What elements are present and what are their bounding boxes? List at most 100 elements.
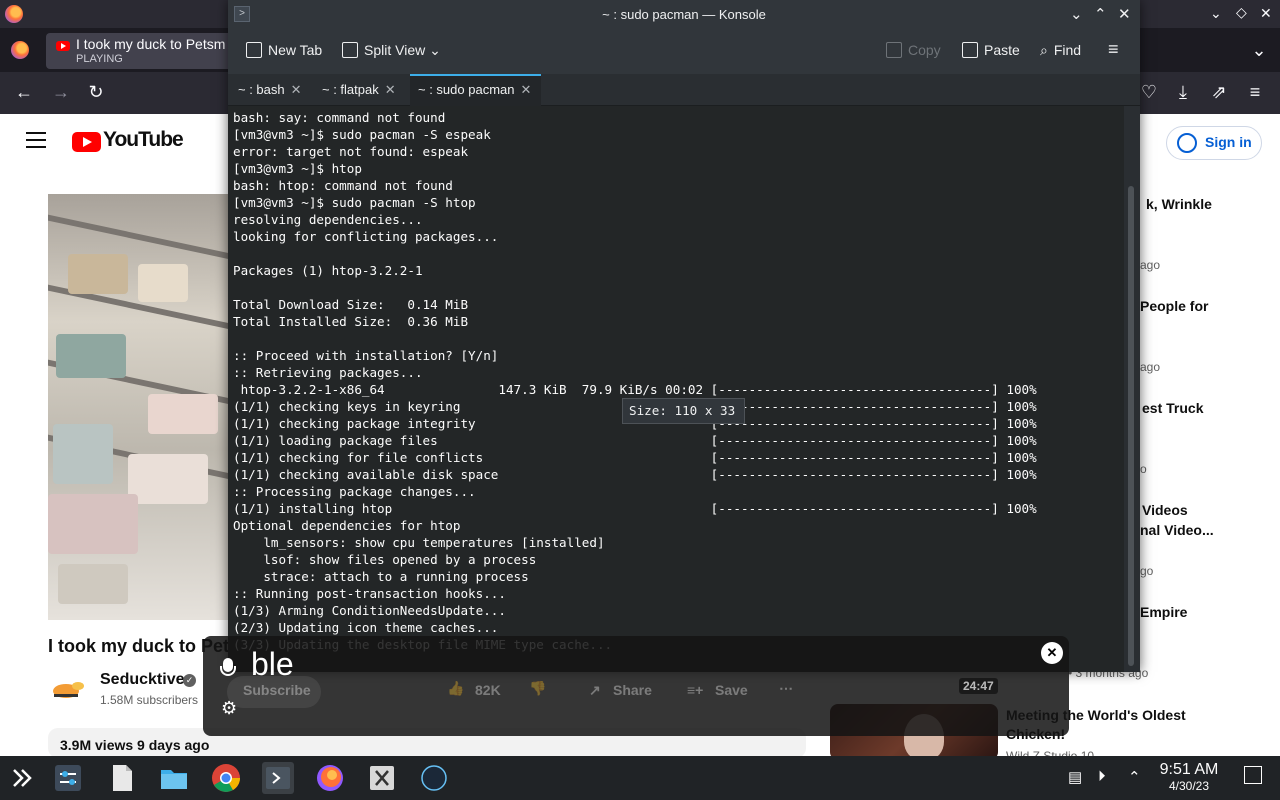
maximize-icon[interactable]: ⌃	[1094, 5, 1107, 23]
tab-sudo-pacman[interactable]: ~ : sudo pacman ✕	[410, 74, 542, 106]
rec-meta-1: ago	[1140, 258, 1161, 272]
channel-name[interactable]: Seducktive	[100, 671, 184, 689]
terminal-line: Optional dependencies for htop	[233, 518, 461, 533]
maximize-icon[interactable]: ◇	[1236, 4, 1247, 21]
menu-icon[interactable]: ≡	[1244, 82, 1266, 102]
paste-icon	[962, 42, 978, 58]
browser-tab-youtube[interactable]: I took my duck to Petsm PLAYING	[46, 33, 232, 69]
split-view-icon	[342, 42, 358, 58]
close-tab-icon[interactable]: ✕	[520, 82, 531, 97]
system-settings-icon[interactable]	[52, 762, 84, 794]
terminal-line: (1/3) Arming ConditionNeedsUpdate...	[233, 603, 506, 618]
scrollbar-thumb[interactable]	[1128, 186, 1134, 666]
subscriber-count: 1.58M subscribers	[100, 693, 199, 707]
signin-label: Sign in	[1205, 134, 1252, 150]
terminal-line: (1/1) checking available disk space [---…	[233, 467, 1037, 482]
konsole-tabbar: ~ : bash ✕ ~ : flatpak ✕ ~ : sudo pacman ✕	[228, 74, 1140, 106]
youtube-logo-icon[interactable]	[72, 132, 101, 152]
rec-title-4a[interactable]: Videos	[1142, 502, 1188, 518]
terminal-line: Total Installed Size: 0.36 MiB	[233, 314, 469, 329]
file-manager-icon[interactable]	[158, 762, 190, 794]
desktop: ⌄ ◇ ✕ I took my duck to Petsm PLAYING ⌄ …	[0, 0, 1280, 800]
firefox-view-icon[interactable]	[11, 41, 29, 59]
rec-meta-3: o	[1140, 462, 1147, 476]
list-all-tabs-icon[interactable]: ⌄	[1248, 40, 1270, 60]
extensions-icon[interactable]: ⇗	[1208, 82, 1230, 102]
terminal-line: error: target not found: espeak	[233, 144, 469, 159]
tab-bash[interactable]: ~ : bash ✕	[238, 74, 302, 106]
rec-title-3[interactable]: est Truck	[1142, 400, 1203, 416]
size-tooltip: Size: 110 x 33	[622, 398, 745, 424]
konsole-titlebar[interactable]: > ~ : sudo pacman — Konsole ⌄ ⌃ ✕	[228, 0, 1140, 30]
chrome-icon[interactable]	[210, 762, 242, 794]
clipboard-icon[interactable]: ▤	[1068, 768, 1082, 786]
terminal-line: htop-3.2.2-1-x86_64 147.3 KiB 79.9 KiB/s…	[233, 382, 1037, 397]
rec-title-5[interactable]: Empire	[1140, 604, 1187, 620]
media-player-icon[interactable]: ⏵	[1098, 768, 1106, 785]
share-icon: ↗	[589, 682, 601, 698]
rec-title-1[interactable]: k, Wrinkle	[1146, 196, 1212, 212]
app-launcher-icon[interactable]	[6, 762, 38, 794]
video-player[interactable]	[48, 194, 230, 620]
konsole-window: > ~ : sudo pacman — Konsole ⌄ ⌃ ✕ New Ta…	[228, 0, 1140, 672]
close-tab-icon[interactable]: ✕	[385, 82, 396, 97]
tab-flatpak[interactable]: ~ : flatpak ✕	[322, 74, 396, 106]
close-icon[interactable]: ✕	[1041, 642, 1063, 664]
clock[interactable]: 9:51 AM 4/30/23	[1152, 761, 1226, 793]
firefox-taskbar-icon[interactable]	[314, 762, 346, 794]
back-icon[interactable]: ←	[13, 82, 35, 102]
verified-icon: ✓	[183, 674, 196, 687]
taskbar: ▤ ⏵ ⌃ 9:51 AM 4/30/23	[0, 756, 1280, 800]
clock-time: 9:51 AM	[1159, 761, 1219, 778]
spreadsheet-icon[interactable]	[366, 762, 398, 794]
terminal-line: looking for conflicting packages...	[233, 229, 499, 244]
clock-date: 4/30/23	[1168, 779, 1210, 793]
pocket-icon[interactable]: ♡	[1138, 82, 1160, 102]
minimize-icon[interactable]: ⌄	[1210, 5, 1222, 22]
close-tab-icon[interactable]: ✕	[291, 82, 302, 97]
find-button[interactable]: ⌕ Find	[1040, 42, 1081, 59]
terminal-line: lsof: show files opened by a process	[233, 552, 537, 567]
new-tab-button[interactable]: New Tab	[246, 42, 322, 58]
close-icon[interactable]: ✕	[1118, 5, 1131, 23]
downloads-icon[interactable]: ⤓	[1172, 82, 1194, 102]
copy-button[interactable]: Copy	[886, 42, 941, 58]
terminal-output[interactable]: bash: say: command not found [vm3@vm3 ~]$…	[228, 106, 1124, 672]
signin-button[interactable]: Sign in	[1166, 126, 1262, 160]
close-icon[interactable]: ✕	[1260, 5, 1272, 22]
voice-typing-overlay: Subscribe 👍 82K 👎 ↗ Share ≡+ Save ⋯ 24:4…	[203, 636, 1069, 736]
rec-title-2[interactable]: People for	[1140, 298, 1208, 314]
browser-tab-status: PLAYING	[76, 53, 123, 65]
minimize-icon[interactable]: ⌄	[1070, 5, 1083, 23]
document-icon[interactable]	[106, 762, 138, 794]
terminal-line: :: Processing package changes...	[233, 484, 476, 499]
forward-icon[interactable]: →	[50, 82, 72, 102]
konsole-taskbar-icon[interactable]	[262, 762, 294, 794]
show-desktop-icon[interactable]	[1244, 766, 1262, 784]
paste-button[interactable]: Paste	[962, 42, 1020, 58]
channel-avatar[interactable]	[50, 676, 86, 702]
terminal-line: (1/1) checking for file conflicts [-----…	[233, 450, 1037, 465]
save-icon: ≡+	[687, 682, 704, 698]
youtube-logo-text[interactable]: YouTube	[103, 128, 184, 152]
rec-meta-2: ago	[1140, 360, 1161, 374]
youtube-favicon-icon	[56, 41, 70, 51]
rec-meta-4: go	[1140, 564, 1154, 578]
terminal-line: strace: attach to a running process	[233, 569, 529, 584]
steam-icon[interactable]	[418, 762, 450, 794]
reload-icon[interactable]: ↻	[85, 82, 107, 102]
hamburger-menu-icon[interactable]	[26, 132, 46, 153]
terminal-line: [vm3@vm3 ~]$ sudo pacman -S htop	[233, 195, 476, 210]
hamburger-menu-icon[interactable]: ≡	[1108, 39, 1119, 60]
ghost-share-label: Share	[613, 682, 652, 698]
terminal-line: [vm3@vm3 ~]$ htop	[233, 161, 362, 176]
chevron-up-icon[interactable]: ⌃	[1128, 768, 1141, 786]
terminal-scrollbar[interactable]	[1124, 106, 1140, 672]
gear-icon[interactable]: ⚙	[221, 698, 237, 719]
terminal-line: Packages (1) htop-3.2.2-1	[233, 263, 423, 278]
rec-title-4b[interactable]: nal Video...	[1140, 522, 1214, 538]
terminal-line: bash: htop: command not found	[233, 178, 453, 193]
chevron-down-icon: ⌄	[429, 42, 441, 58]
split-view-button[interactable]: Split View ⌄	[342, 42, 441, 59]
terminal-line: (2/3) Updating icon theme caches...	[233, 620, 499, 635]
